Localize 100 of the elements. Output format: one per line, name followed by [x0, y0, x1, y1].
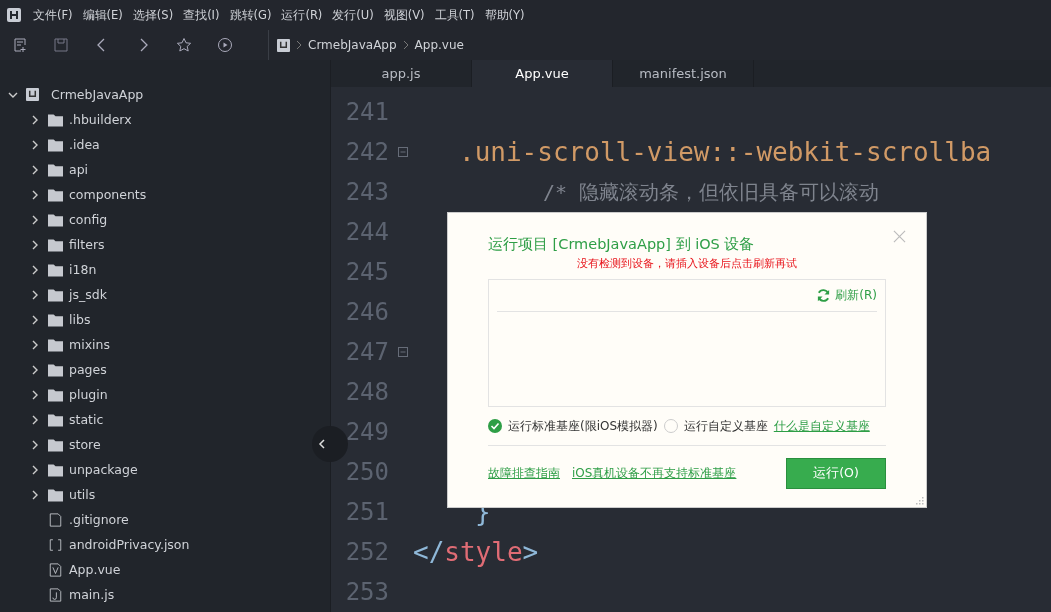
chevron-left-icon: [318, 439, 326, 449]
folder-icon: [48, 287, 63, 302]
menu-item[interactable]: 跳转(G): [229, 7, 272, 23]
app-logo-icon: [6, 7, 22, 23]
folder-icon: [48, 487, 63, 502]
fold-icon[interactable]: [398, 347, 408, 357]
folder-icon: [48, 212, 63, 227]
tree-item[interactable]: App.vue: [0, 557, 310, 582]
line-number: 250: [344, 458, 389, 486]
tree-item[interactable]: .hbuilderx: [0, 107, 310, 132]
menu-item[interactable]: 发行(U): [332, 7, 374, 23]
resize-grip-icon[interactable]: [916, 497, 924, 505]
folder-icon: [48, 412, 63, 427]
help-link[interactable]: 什么是自定义基座: [773, 417, 870, 435]
refresh-icon: [816, 288, 832, 303]
tree-item[interactable]: js_sdk: [0, 282, 310, 307]
tree-item[interactable]: .gitignore: [0, 507, 310, 532]
tree-item[interactable]: .idea: [0, 132, 310, 157]
tree-item[interactable]: store: [0, 432, 310, 457]
breadcrumb-item[interactable]: App.vue: [414, 38, 464, 52]
tree-label: unpackage: [69, 462, 138, 477]
tree-label: .hbuilderx: [69, 112, 132, 127]
folder-icon: [48, 387, 63, 402]
option-label: 运行自定义基座: [683, 417, 768, 435]
new-file-icon[interactable]: [12, 37, 28, 53]
tree-item[interactable]: CrmebJavaApp: [0, 82, 330, 107]
code-line: /* 隐藏滚动条，但依旧具备可以滚动: [543, 179, 880, 204]
tree-item[interactable]: plugin: [0, 382, 310, 407]
folder-icon: [48, 137, 63, 152]
menu-item[interactable]: 视图(V): [383, 7, 425, 23]
line-number: 248: [344, 378, 389, 406]
menu-item[interactable]: 文件(F): [33, 7, 73, 23]
project-icon: [26, 88, 39, 101]
save-icon[interactable]: [53, 37, 69, 53]
tree-item[interactable]: mixins: [0, 332, 310, 357]
radio-button[interactable]: [663, 419, 678, 433]
tree-label: App.vue: [69, 562, 121, 577]
folder-icon: [48, 187, 63, 202]
tree-item[interactable]: pages: [0, 357, 310, 382]
line-number: 245: [344, 258, 389, 286]
refresh-button[interactable]: 刷新(R): [816, 287, 877, 304]
tree-label: mixins: [69, 337, 110, 352]
folder-icon: [48, 437, 63, 452]
tree-label: .idea: [69, 137, 100, 152]
tree-label: js_sdk: [69, 287, 107, 302]
tree-item[interactable]: utils: [0, 482, 310, 507]
brackets-icon: [48, 537, 63, 552]
code-line: </style>: [413, 537, 539, 567]
editor-tab[interactable]: App.vue: [472, 60, 613, 87]
project-icon: [277, 38, 290, 52]
line-number: 249: [344, 418, 389, 446]
tree-label: static: [69, 412, 104, 427]
tree-label: utils: [69, 487, 96, 502]
menu-item[interactable]: 选择(S): [132, 7, 174, 23]
menu-item[interactable]: 运行(R): [281, 7, 323, 23]
tree-item[interactable]: components: [0, 182, 310, 207]
tree-item[interactable]: static: [0, 407, 310, 432]
close-icon[interactable]: [893, 230, 906, 243]
file-icon: [48, 512, 63, 527]
menu-item[interactable]: 编辑(E): [82, 7, 123, 23]
tree-item[interactable]: androidPrivacy.json: [0, 532, 310, 557]
help-link[interactable]: iOS真机设备不再支持标准基座: [572, 465, 737, 482]
folder-icon: [48, 162, 63, 177]
menu-item[interactable]: 工具(T): [434, 7, 475, 23]
line-number: 243: [344, 178, 389, 206]
tree-label: filters: [69, 237, 105, 252]
menu-item[interactable]: 帮助(Y): [484, 7, 525, 23]
folder-icon: [48, 312, 63, 327]
folder-icon: [48, 112, 63, 127]
dialog-title: 运行项目 [CrmebJavaApp] 到 iOS 设备: [488, 235, 756, 254]
tree-item[interactable]: main.js: [0, 582, 310, 607]
tree-label: androidPrivacy.json: [69, 537, 190, 552]
radio-button[interactable]: [488, 419, 502, 433]
help-link[interactable]: 故障排查指南: [488, 465, 560, 482]
tree-item[interactable]: i18n: [0, 257, 310, 282]
breadcrumb-item[interactable]: CrmebJavaApp: [308, 38, 397, 52]
line-number: 246: [344, 298, 389, 326]
tree-item[interactable]: config: [0, 207, 310, 232]
vue-file-icon: [48, 562, 63, 577]
run-icon[interactable]: [217, 37, 233, 53]
tree-label: .gitignore: [69, 512, 129, 527]
line-number: 251: [344, 498, 389, 526]
collapse-sidebar-button[interactable]: [312, 426, 348, 462]
fold-icon[interactable]: [398, 147, 408, 157]
line-number: 244: [344, 218, 389, 246]
tree-item[interactable]: libs: [0, 307, 310, 332]
line-number: 252: [344, 538, 389, 566]
folder-icon: [48, 362, 63, 377]
tree-label: CrmebJavaApp: [51, 87, 144, 102]
menu-item[interactable]: 查找(I): [183, 7, 220, 23]
star-icon[interactable]: [176, 37, 192, 53]
tree-item[interactable]: api: [0, 157, 310, 182]
tree-item[interactable]: filters: [0, 232, 310, 257]
folder-icon: [48, 262, 63, 277]
tree-label: main.js: [69, 587, 115, 602]
tree-label: components: [69, 187, 147, 202]
tree-label: store: [69, 437, 101, 452]
line-number: 247: [344, 338, 389, 366]
js-file-icon: [48, 587, 63, 602]
tree-item[interactable]: unpackage: [0, 457, 310, 482]
